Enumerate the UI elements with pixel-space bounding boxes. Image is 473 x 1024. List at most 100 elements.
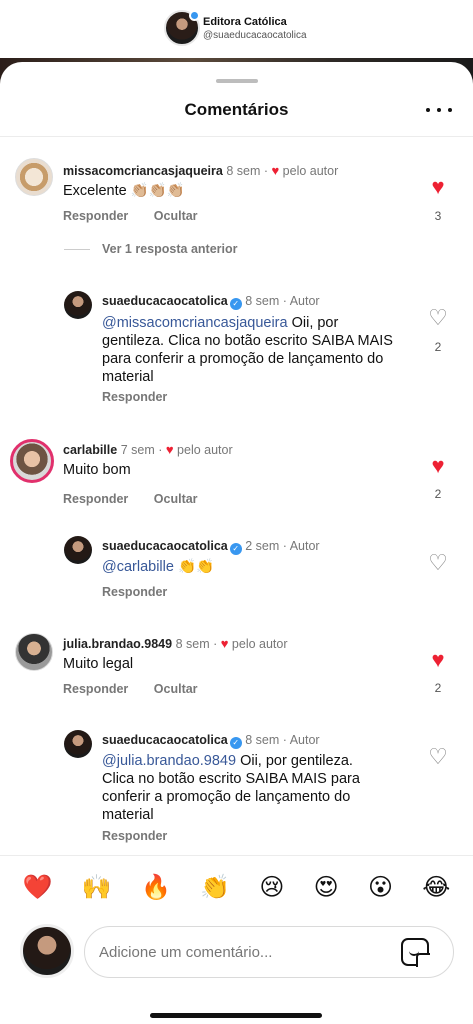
- comment-text: Muito bom: [63, 462, 131, 478]
- comment-actions: Responder Ocultar: [63, 492, 220, 506]
- divider: [64, 249, 90, 251]
- author-label: Autor: [289, 733, 320, 747]
- comment-meta: missacomcriancasjaqueira 8 sem · ♥ pelo …: [63, 163, 339, 178]
- emoji-quick-bar: ❤️ 🙌 🔥 👏 😢 😍 😮 😂: [0, 873, 473, 901]
- comment-actions: Responder: [102, 829, 189, 843]
- comment-time: 8 sem: [226, 164, 261, 178]
- liked-by-author: pelo autor: [177, 443, 233, 457]
- comment-meta: julia.brandao.9849 8 sem · ♥ pelo autor: [63, 636, 288, 651]
- username[interactable]: missacomcriancasjaqueira: [63, 164, 223, 178]
- avatar[interactable]: [10, 439, 54, 483]
- reply-button[interactable]: Responder: [63, 209, 128, 223]
- hide-button[interactable]: Ocultar: [154, 682, 198, 696]
- heart-icon: ♥: [271, 163, 280, 178]
- smile-icon: [409, 951, 419, 956]
- username[interactable]: carlabille: [63, 443, 117, 457]
- avatar[interactable]: [64, 536, 92, 564]
- comment-meta: suaeducacaocatolica ✓ 2 sem · Autor: [102, 539, 320, 555]
- avatar[interactable]: [64, 291, 92, 319]
- mention-link[interactable]: @julia.brandao.9849: [102, 753, 236, 769]
- comment-time: 8 sem: [245, 294, 280, 308]
- like-count: 2: [434, 340, 442, 354]
- liked-by-author: pelo autor: [231, 637, 288, 651]
- username[interactable]: suaeducacaocatolica: [102, 294, 228, 308]
- reply-button[interactable]: Responder: [102, 829, 167, 843]
- heart-icon[interactable]: ♥: [426, 455, 450, 477]
- profile-header: Editora Católica @suaeducacaocatolica: [0, 0, 473, 58]
- heart-outline-icon[interactable]: ♡: [426, 746, 450, 768]
- profile-handle: @suaeducacaocatolica: [203, 30, 307, 41]
- verified-icon: ✓: [229, 543, 242, 555]
- clap-emoji-button[interactable]: 👏: [200, 873, 230, 901]
- view-previous-label: Ver 1 resposta anterior: [102, 242, 238, 256]
- comment-text: Muito legal: [63, 656, 134, 672]
- comment-text: @carlabille 👏👏: [102, 558, 214, 576]
- sheet-title: Comentários: [184, 100, 289, 119]
- reply-button[interactable]: Responder: [102, 390, 167, 404]
- mention-link[interactable]: @carlabille: [102, 559, 174, 575]
- comment-meta: suaeducacaocatolica ✓ 8 sem · Autor: [102, 733, 320, 749]
- heart-icon[interactable]: ♥: [426, 649, 450, 671]
- hide-button[interactable]: Ocultar: [154, 492, 198, 506]
- comment-composer: [84, 926, 454, 978]
- author-label: Autor: [289, 294, 320, 308]
- more-options-button[interactable]: [426, 100, 452, 120]
- profile-avatar[interactable]: [164, 10, 200, 46]
- reply-button[interactable]: Responder: [63, 492, 128, 506]
- comment-actions: Responder Ocultar: [63, 209, 220, 223]
- hide-button[interactable]: Ocultar: [154, 209, 198, 223]
- dot-icon: [437, 108, 441, 112]
- comment-text: @missacomcriancasjaqueira Oii, por genti…: [102, 314, 402, 386]
- reply-body: 👏👏: [173, 559, 215, 575]
- comment-input[interactable]: [85, 927, 375, 977]
- current-user-avatar: [20, 924, 74, 978]
- heart-outline-icon[interactable]: ♡: [426, 552, 450, 574]
- liked-by-author: pelo autor: [282, 164, 339, 178]
- heart-outline-icon[interactable]: ♡: [426, 307, 450, 329]
- drag-handle[interactable]: [216, 79, 258, 83]
- heart-icon: ♥: [165, 442, 174, 457]
- surprised-emoji-button[interactable]: 😮: [368, 873, 393, 901]
- laughing-emoji-button[interactable]: 😂: [422, 873, 450, 901]
- username[interactable]: suaeducacaocatolica: [102, 733, 228, 747]
- view-previous-replies-button[interactable]: Ver 1 resposta anterior: [64, 242, 237, 256]
- verified-icon: ✓: [229, 298, 242, 310]
- comment-time: 7 sem: [120, 443, 155, 457]
- raised-hands-emoji-button[interactable]: 🙌: [82, 873, 112, 901]
- like-count: 2: [434, 681, 442, 695]
- dot-icon: [426, 108, 430, 112]
- fire-emoji-button[interactable]: 🔥: [141, 873, 171, 901]
- avatar[interactable]: [15, 158, 53, 196]
- comment-actions: Responder: [102, 390, 189, 404]
- home-indicator: [150, 1013, 322, 1018]
- comment-text: @julia.brandao.9849 Oii, por gentileza. …: [102, 752, 382, 824]
- like-count: 2: [434, 487, 442, 501]
- comment-time: 8 sem: [175, 637, 210, 651]
- like-count: 3: [434, 209, 442, 223]
- divider: [0, 855, 473, 856]
- comment-time: 8 sem: [245, 733, 280, 747]
- verified-icon: ✓: [229, 737, 242, 749]
- comment-meta: carlabille 7 sem · ♥ pelo autor: [63, 442, 233, 457]
- heart-eyes-emoji-button[interactable]: 😍: [314, 873, 339, 901]
- comment-actions: Responder Ocultar: [63, 682, 220, 696]
- sticker-icon[interactable]: [401, 938, 430, 967]
- divider: [0, 136, 473, 137]
- avatar[interactable]: [64, 730, 92, 758]
- comment-actions: Responder: [102, 585, 189, 599]
- username[interactable]: julia.brandao.9849: [63, 637, 172, 651]
- crying-emoji-button[interactable]: 😢: [259, 873, 284, 901]
- mention-link[interactable]: @missacomcriancasjaqueira: [102, 315, 288, 331]
- comment-meta: suaeducacaocatolica ✓ 8 sem · Autor: [102, 294, 320, 310]
- avatar[interactable]: [15, 633, 53, 671]
- verified-icon: [189, 10, 200, 21]
- heart-emoji-button[interactable]: ❤️: [23, 873, 53, 901]
- comment-text: Excelente 👏🏼👏🏼👏🏼: [63, 183, 185, 199]
- reply-button[interactable]: Responder: [63, 682, 128, 696]
- heart-icon: ♥: [220, 636, 229, 651]
- heart-icon[interactable]: ♥: [426, 176, 450, 198]
- author-label: Autor: [289, 539, 320, 553]
- reply-button[interactable]: Responder: [102, 585, 167, 599]
- username[interactable]: suaeducacaocatolica: [102, 539, 228, 553]
- comment-time: 2 sem: [245, 539, 280, 553]
